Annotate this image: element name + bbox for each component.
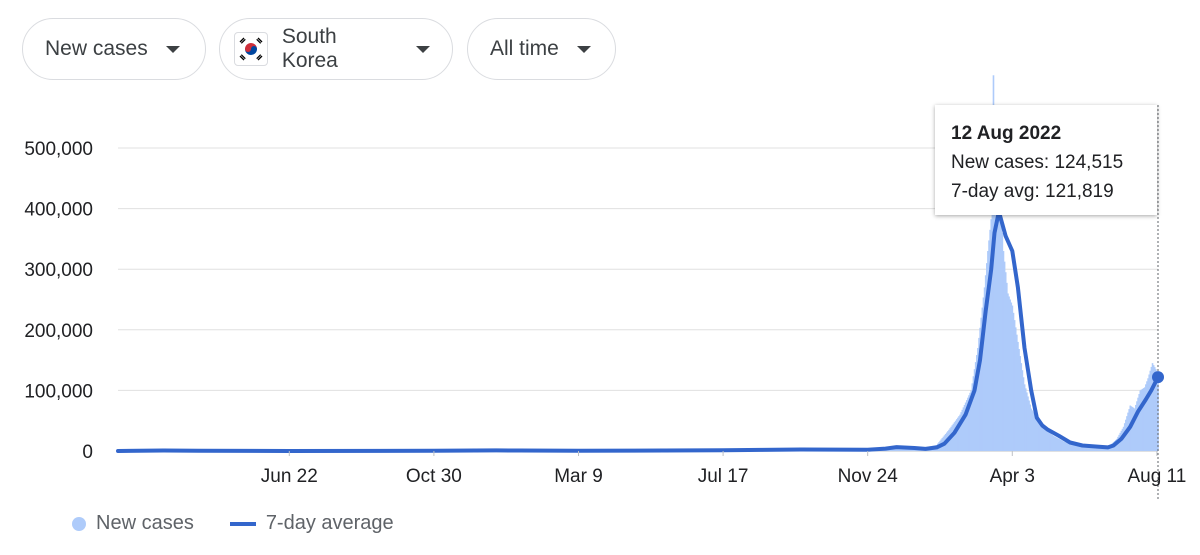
y-tick-label: 300,000: [24, 260, 93, 281]
tooltip-new-cases: New cases: 124,515: [951, 152, 1124, 173]
y-tick-label: 200,000: [24, 321, 93, 342]
x-tick-label: Mar 9: [554, 466, 603, 487]
y-tick-label: 0: [82, 442, 93, 463]
x-tick-label: Aug 11: [1127, 466, 1186, 487]
x-tick-label: Nov 24: [838, 466, 899, 487]
y-tick-label: 400,000: [24, 200, 93, 221]
tooltip-7-day-avg: 7-day avg: 121,819: [951, 181, 1114, 202]
hover-tooltip: 12 Aug 2022 New cases: 124,515 7-day avg…: [935, 105, 1157, 215]
legend-swatch-7-day-average: [229, 521, 256, 526]
legend-label-new-cases: New cases: [96, 512, 194, 534]
hover-point-marker: [1152, 371, 1164, 384]
chart-legend: New cases 7-day average: [72, 512, 394, 535]
y-tick-label: 500,000: [24, 139, 93, 160]
y-tick-label: 100,000: [24, 381, 93, 402]
tooltip-date: 12 Aug 2022: [951, 123, 1062, 144]
cases-chart[interactable]: 0 100,000 200,000 300,000 400,000 500,000 Jun…: [0, 0, 1200, 555]
legend-label-7-day-average: 7-day average: [265, 512, 394, 534]
x-tick-label: Oct 30: [406, 466, 462, 487]
legend-swatch-new-cases: [72, 516, 86, 531]
x-tick-label: Apr 3: [990, 466, 1035, 487]
x-tick-label: Jul 17: [698, 466, 749, 487]
x-tick-label: Jun 22: [261, 466, 318, 487]
